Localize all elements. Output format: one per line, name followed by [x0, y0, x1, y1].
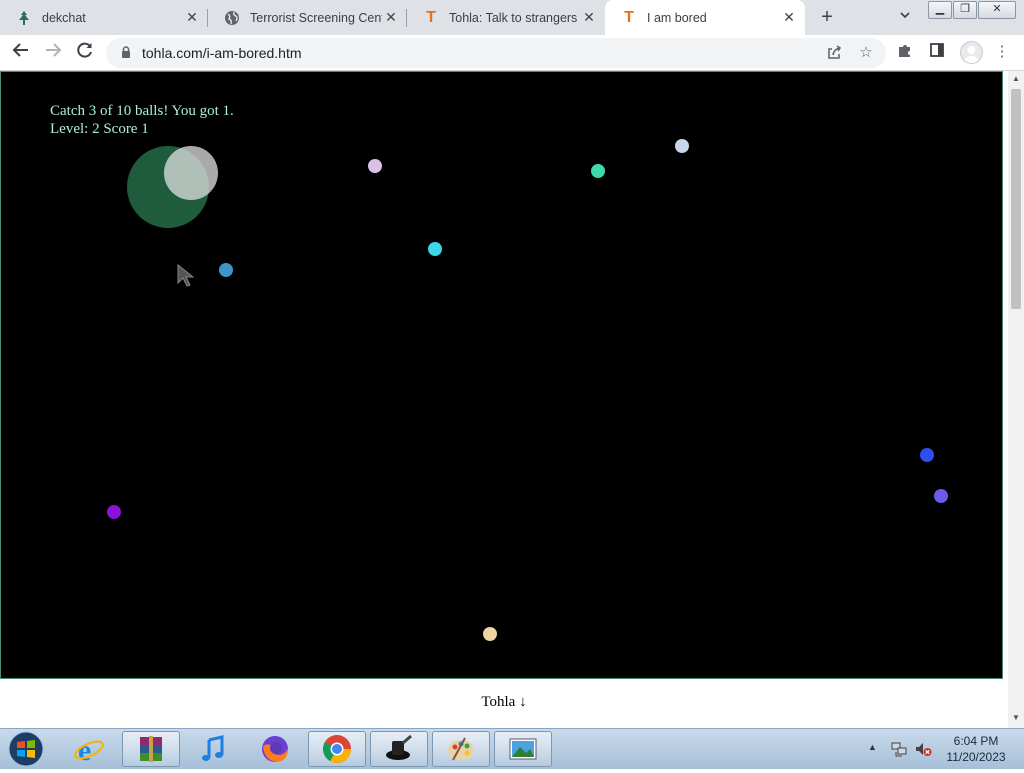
browser-toolbar: tohla.com/i-am-bored.htm ☆ ⋮ — [0, 35, 1024, 71]
tab-tohla-talk[interactable]: T Tohla: Talk to strangers ✕ — [407, 0, 605, 35]
close-window-button[interactable]: ✕ — [978, 1, 1016, 19]
network-icon[interactable] — [890, 740, 908, 763]
tab-strip: dekchat ✕ Terrorist Screening Center ✕ T… — [0, 0, 1024, 35]
kebab-menu-icon[interactable]: ⋮ — [992, 42, 1012, 62]
clock-time: 6:04 PM — [953, 734, 999, 748]
clock-date: 11/20/2023 — [946, 750, 1006, 764]
close-tab-icon[interactable]: ✕ — [781, 9, 797, 25]
tab-dekchat[interactable]: dekchat ✕ — [0, 0, 208, 35]
system-clock[interactable]: 6:04 PM 11/20/2023 — [938, 733, 1014, 765]
itunes-icon[interactable] — [184, 731, 242, 767]
ball[interactable] — [591, 164, 605, 178]
back-arrow-icon[interactable] — [9, 41, 33, 65]
tab-title: Tohla: Talk to strangers — [449, 10, 578, 25]
globe-icon — [224, 10, 240, 26]
dekchat-icon — [16, 10, 32, 26]
ball[interactable] — [920, 448, 934, 462]
close-tab-icon[interactable]: ✕ — [184, 9, 200, 25]
close-tab-icon[interactable]: ✕ — [581, 9, 597, 25]
scroll-thumb[interactable] — [1011, 89, 1021, 309]
ball[interactable] — [675, 139, 689, 153]
tab-title: Terrorist Screening Center — [250, 10, 382, 25]
paint-icon[interactable] — [432, 731, 490, 767]
start-button[interactable] — [4, 730, 48, 768]
caught-ball — [164, 146, 218, 200]
tab-i-am-bored[interactable]: T I am bored ✕ — [605, 0, 805, 35]
scroll-up-arrow-icon[interactable]: ▲ — [1008, 73, 1024, 85]
show-hidden-icons-icon[interactable]: ▲ — [868, 742, 877, 752]
ball[interactable] — [368, 159, 382, 173]
game-canvas[interactable]: Catch 3 of 10 balls! You got 1. Level: 2… — [0, 71, 1003, 679]
game-message: Catch 3 of 10 balls! You got 1. — [50, 103, 234, 119]
game-hud: Catch 3 of 10 balls! You got 1. Level: 2… — [50, 102, 234, 138]
volume-muted-icon[interactable] — [914, 740, 932, 763]
ball[interactable] — [483, 627, 497, 641]
ink-app-icon[interactable] — [370, 731, 428, 767]
level-score: Level: 2 Score 1 — [50, 121, 149, 137]
profile-avatar-icon[interactable] — [960, 41, 983, 64]
close-tab-icon[interactable]: ✕ — [383, 9, 399, 25]
share-icon[interactable] — [825, 44, 843, 62]
tab-title: I am bored — [647, 10, 707, 25]
minimize-button[interactable]: ▁ — [928, 1, 952, 19]
url-text[interactable]: tohla.com/i-am-bored.htm — [142, 45, 302, 61]
restore-button[interactable]: ❐ — [953, 1, 977, 19]
lock-icon[interactable] — [120, 46, 132, 58]
extensions-puzzle-icon[interactable] — [895, 42, 915, 62]
forward-arrow-icon[interactable] — [41, 41, 65, 65]
ball[interactable] — [934, 489, 948, 503]
internet-explorer-icon[interactable]: e — [60, 731, 118, 767]
tohla-footer-link[interactable]: Tohla ↓ — [0, 694, 1008, 711]
page-footer: Tohla ↓ — [0, 680, 1008, 728]
chrome-icon[interactable] — [308, 731, 366, 767]
tohla-t-icon: T — [624, 8, 634, 26]
ball[interactable] — [428, 242, 442, 256]
page-scrollbar[interactable]: ▲ ▼ — [1008, 71, 1024, 728]
winrar-icon[interactable] — [122, 731, 180, 767]
reload-icon[interactable] — [73, 41, 97, 65]
side-panel-icon[interactable] — [927, 42, 947, 62]
firefox-icon[interactable] — [246, 731, 304, 767]
tab-terrorist-screening[interactable]: Terrorist Screening Center ✕ — [208, 0, 407, 35]
ball[interactable] — [219, 263, 233, 277]
new-tab-button[interactable]: + — [816, 6, 838, 28]
tab-search-chevron-icon[interactable] — [896, 8, 914, 26]
address-bar[interactable]: tohla.com/i-am-bored.htm ☆ — [106, 38, 886, 68]
photo-viewer-icon[interactable] — [494, 731, 552, 767]
windows-taskbar: e ▲ 6:04 PM 11/20/2023 — [0, 728, 1024, 769]
bookmark-star-icon[interactable]: ☆ — [857, 44, 875, 62]
windows-logo-icon — [8, 731, 44, 767]
scroll-down-arrow-icon[interactable]: ▼ — [1008, 712, 1024, 724]
ball[interactable] — [107, 505, 121, 519]
tab-title: dekchat — [42, 10, 86, 25]
tohla-t-icon: T — [426, 8, 436, 26]
mouse-cursor-icon — [177, 264, 195, 287]
